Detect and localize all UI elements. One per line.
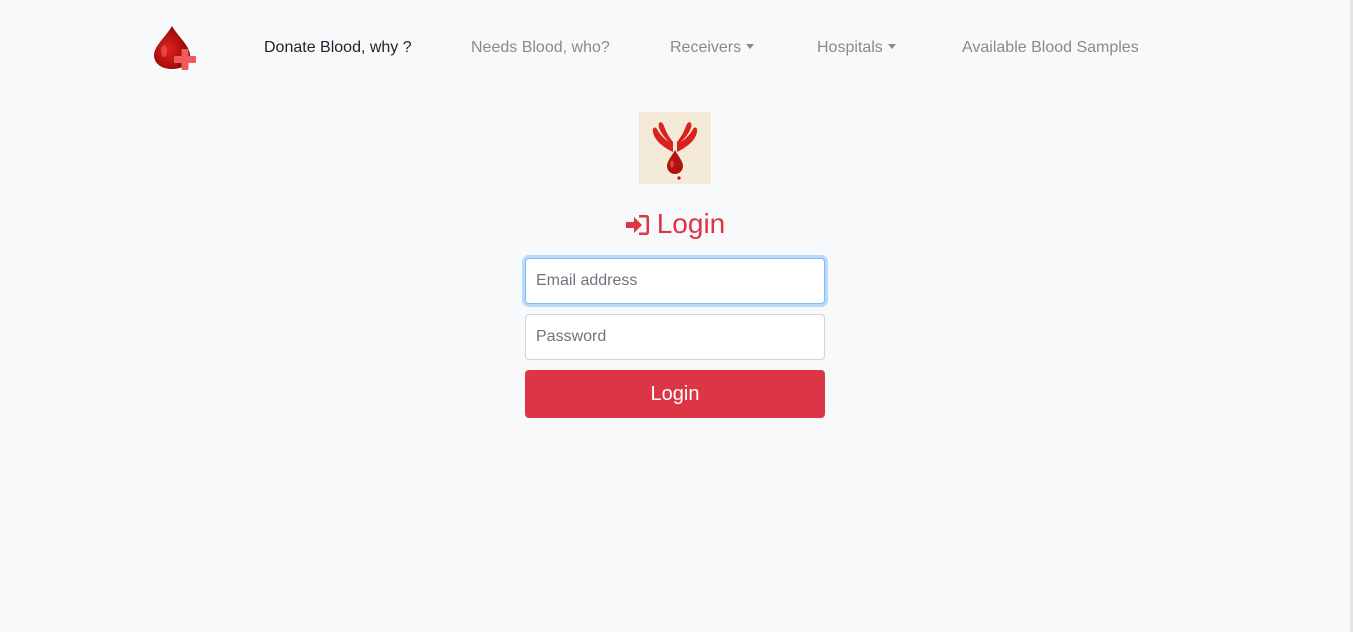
hands-blood-drop-icon <box>639 112 711 184</box>
nav-donate-blood-why[interactable]: Donate Blood, why ? <box>264 38 412 58</box>
page: Donate Blood, why ? Needs Blood, who? Re… <box>0 0 1353 632</box>
blood-drop-plus-icon <box>154 26 196 70</box>
nav-available-blood-samples-label: Available Blood Samples <box>962 39 1139 56</box>
nav-receivers-label: Receivers <box>670 39 742 56</box>
login-title-text: Login <box>656 208 726 239</box>
brand-logo[interactable] <box>150 24 198 72</box>
top-navbar: Donate Blood, why ? Needs Blood, who? Re… <box>0 0 1350 95</box>
nav-needs-blood-who[interactable]: Needs Blood, who? <box>471 38 610 58</box>
nav-donate-blood-why-label: Donate Blood, why ? <box>264 39 412 56</box>
caret-down-icon <box>887 44 896 49</box>
password-field[interactable] <box>525 314 825 360</box>
caret-down-icon <box>746 44 755 49</box>
login-button[interactable]: Login <box>525 370 825 418</box>
nav-available-blood-samples[interactable]: Available Blood Samples <box>962 38 1139 58</box>
nav-receivers-dropdown[interactable]: Receivers <box>670 38 755 58</box>
nav-hospitals-label: Hospitals <box>817 39 883 56</box>
nav-needs-blood-who-label: Needs Blood, who? <box>471 39 610 56</box>
sign-in-icon <box>625 215 649 235</box>
login-heading: Login <box>0 206 1350 242</box>
email-field[interactable] <box>525 258 825 304</box>
nav-hospitals-dropdown[interactable]: Hospitals <box>817 38 896 58</box>
donation-logo-image <box>639 112 711 184</box>
